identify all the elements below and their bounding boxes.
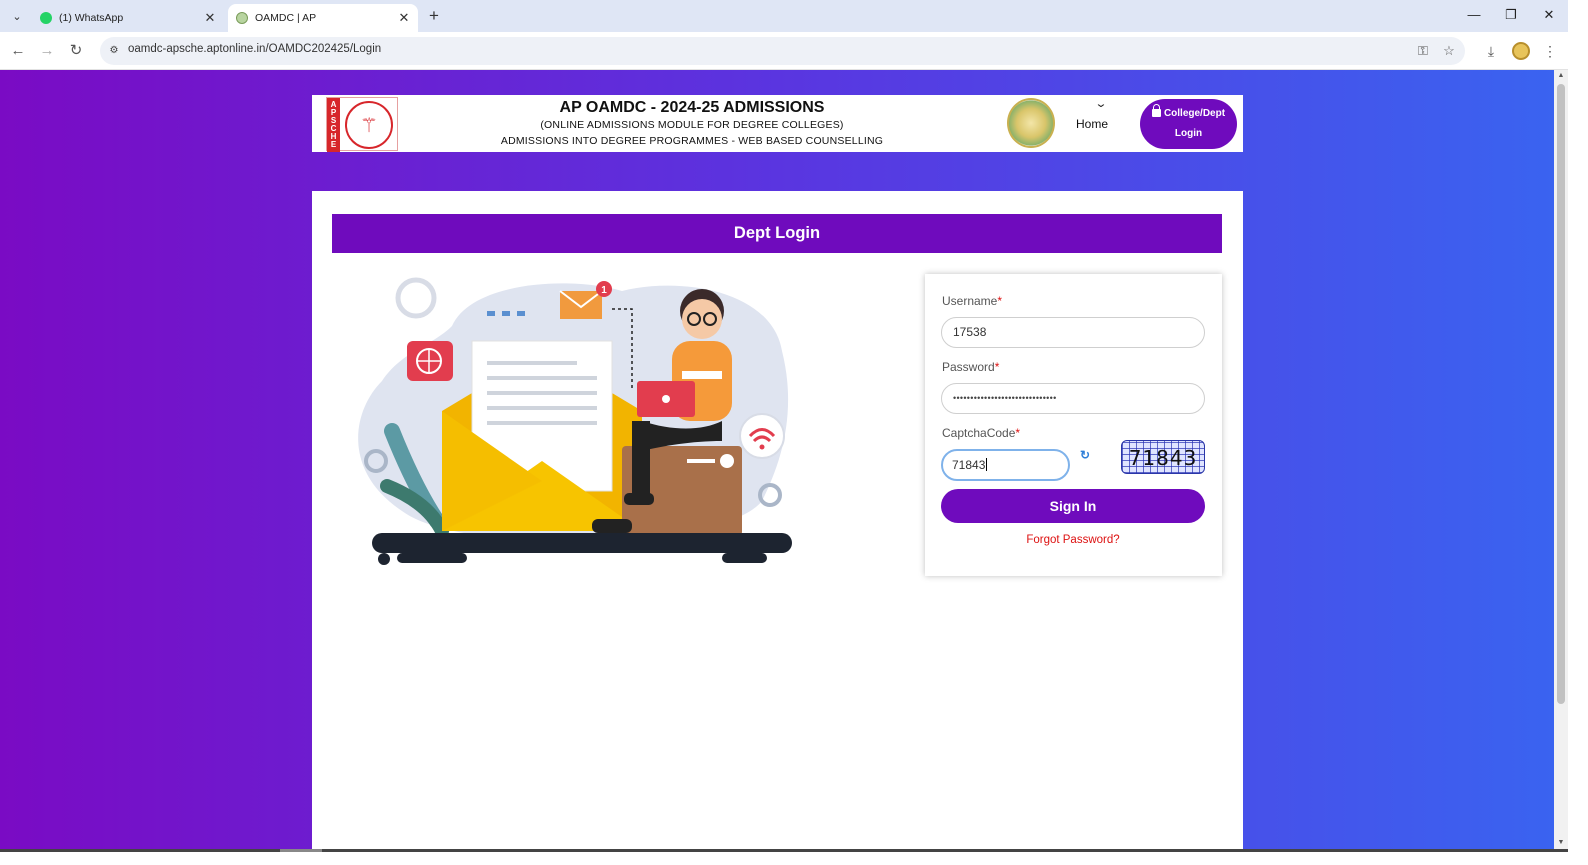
address-bar[interactable]: ⚙ oamdc-apsche.aptonline.in/OAMDC202425/… xyxy=(100,37,1465,65)
restore-icon[interactable]: ❐ xyxy=(1496,4,1526,26)
browser-toolbar: ← → ↻ ⚙ oamdc-apsche.aptonline.in/OAMDC2… xyxy=(0,32,1588,70)
login-button-label-1: College/Dept xyxy=(1163,108,1226,119)
nav-home-link[interactable]: Home xyxy=(1076,117,1108,131)
close-tab-icon[interactable]: ✕ xyxy=(202,10,218,26)
window-close-icon[interactable]: ✕ xyxy=(1534,4,1564,26)
apsche-logo-strip: APSCHE xyxy=(327,98,340,152)
login-form-card: Username* 17538 Password* ••••••••••••••… xyxy=(925,274,1222,576)
new-tab-icon[interactable]: + xyxy=(424,6,444,26)
chevron-down-icon[interactable]: ⌄ xyxy=(1091,97,1111,110)
scroll-down-icon[interactable]: ▼ xyxy=(1554,837,1568,849)
notification-count: 1 xyxy=(601,285,607,296)
browser-tab-oamdc[interactable]: OAMDC | AP ✕ xyxy=(228,4,418,32)
vertical-scrollbar[interactable]: ▲ ▼ xyxy=(1554,70,1568,849)
password-key-icon[interactable]: ⚿ xyxy=(1414,42,1432,60)
page-background: APSCHE ⚚ AP OAMDC - 2024-25 ADMISSIONS (… xyxy=(0,70,1554,849)
login-illustration: 1 xyxy=(358,277,792,565)
browser-tab-whatsapp[interactable]: (1) WhatsApp ✕ xyxy=(32,4,224,32)
reload-icon[interactable]: ↻ xyxy=(65,40,87,62)
password-label: Password* xyxy=(942,360,1000,374)
ground-bar xyxy=(372,533,792,553)
apsche-seal-icon: ⚚ xyxy=(345,101,393,149)
tab-title: (1) WhatsApp xyxy=(59,12,124,24)
profile-avatar-icon[interactable] xyxy=(1512,42,1530,60)
browser-tab-bar: ⌄ (1) WhatsApp ✕ OAMDC | AP ✕ + — ❐ ✕ xyxy=(0,0,1588,32)
dept-login-heading: Dept Login xyxy=(332,214,1222,253)
header-subtitle-2: ADMISSIONS INTO DEGREE PROGRAMMES - WEB … xyxy=(500,135,884,147)
site-favicon-icon xyxy=(236,12,248,24)
captcha-image: 71843 xyxy=(1121,440,1205,474)
login-button-label-2: Login xyxy=(1174,128,1203,139)
main-content: Dept Login 1 Username* 17538 Password* •… xyxy=(312,191,1243,849)
url-text: oamdc-apsche.aptonline.in/OAMDC202425/Lo… xyxy=(128,43,382,55)
captcha-input[interactable]: 71843 xyxy=(941,449,1070,481)
captcha-label: CaptchaCode* xyxy=(942,426,1021,440)
dots-decoration xyxy=(487,311,495,316)
header-title: AP OAMDC - 2024-25 ADMISSIONS xyxy=(559,99,825,116)
lock-icon xyxy=(1151,104,1161,117)
horizontal-scrollbar-thumb[interactable] xyxy=(280,849,322,852)
text-caret xyxy=(986,458,988,471)
forgot-password-link[interactable]: Forgot Password? xyxy=(941,534,1205,546)
site-header: APSCHE ⚚ AP OAMDC - 2024-25 ADMISSIONS (… xyxy=(312,95,1243,152)
refresh-captcha-icon[interactable]: ↻ xyxy=(1078,448,1092,462)
username-label: Username* xyxy=(942,294,1003,308)
college-dept-login-button[interactable]: College/Dept Login xyxy=(1140,99,1237,149)
apsche-logo: APSCHE ⚚ xyxy=(326,97,398,152)
tab-search-chevron-icon[interactable]: ⌄ xyxy=(7,6,27,26)
scrollbar-thumb[interactable] xyxy=(1557,84,1565,704)
shoe xyxy=(624,493,654,505)
download-icon[interactable]: ⤓ xyxy=(1481,41,1501,61)
menu-kebab-icon[interactable]: ⋮ xyxy=(1540,41,1560,61)
whatsapp-icon xyxy=(40,12,52,24)
close-tab-icon[interactable]: ✕ xyxy=(396,10,412,26)
tab-title: OAMDC | AP xyxy=(255,12,317,24)
window-edge xyxy=(1568,0,1588,865)
gear-icon-large xyxy=(395,277,437,319)
site-info-icon[interactable]: ⚙ xyxy=(106,43,122,59)
back-icon[interactable]: ← xyxy=(7,40,29,62)
ap-government-emblem xyxy=(1007,98,1055,148)
username-input[interactable]: 17538 xyxy=(941,317,1205,348)
forward-icon[interactable]: → xyxy=(36,40,58,62)
horizontal-scrollbar[interactable] xyxy=(0,849,1568,865)
header-subtitle-1: (ONLINE ADMISSIONS MODULE FOR DEGREE COL… xyxy=(540,119,844,131)
bookmark-star-icon[interactable]: ☆ xyxy=(1440,42,1458,60)
minimize-icon[interactable]: — xyxy=(1459,4,1489,26)
scroll-up-icon[interactable]: ▲ xyxy=(1554,70,1568,82)
password-input[interactable]: •••••••••••••••••••••••••••••• xyxy=(941,383,1205,414)
sign-in-button[interactable]: Sign In xyxy=(941,489,1205,523)
